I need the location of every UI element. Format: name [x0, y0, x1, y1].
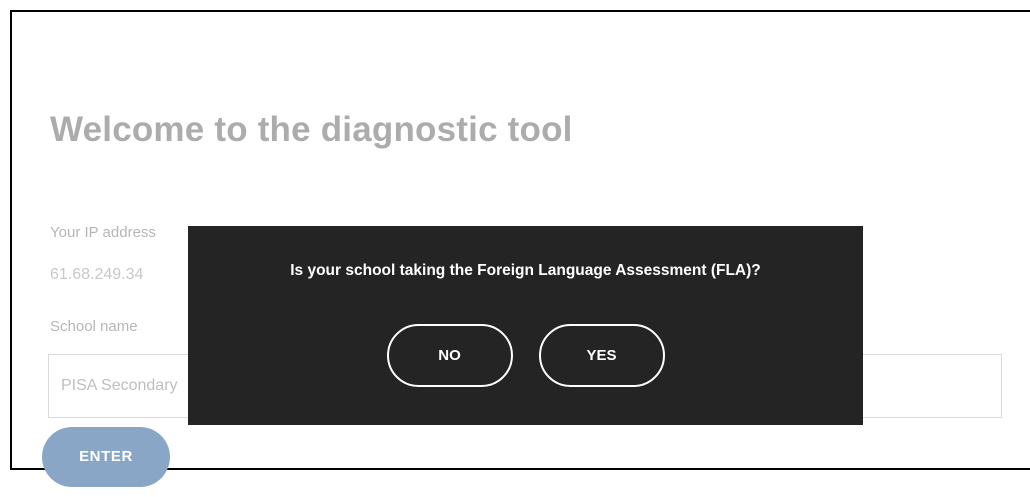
dialog-button-row: NO YES [188, 324, 863, 387]
fla-question-dialog: Is your school taking the Foreign Langua… [188, 226, 863, 425]
yes-button[interactable]: YES [538, 324, 665, 387]
enter-button[interactable]: ENTER [42, 427, 170, 487]
page-title: Welcome to the diagnostic tool [50, 110, 573, 149]
no-button[interactable]: NO [386, 324, 513, 387]
ip-address-value: 61.68.249.34 [50, 266, 144, 283]
ip-address-label: Your IP address [50, 224, 156, 241]
dialog-question: Is your school taking the Foreign Langua… [290, 262, 761, 279]
school-name-label: School name [50, 318, 138, 335]
